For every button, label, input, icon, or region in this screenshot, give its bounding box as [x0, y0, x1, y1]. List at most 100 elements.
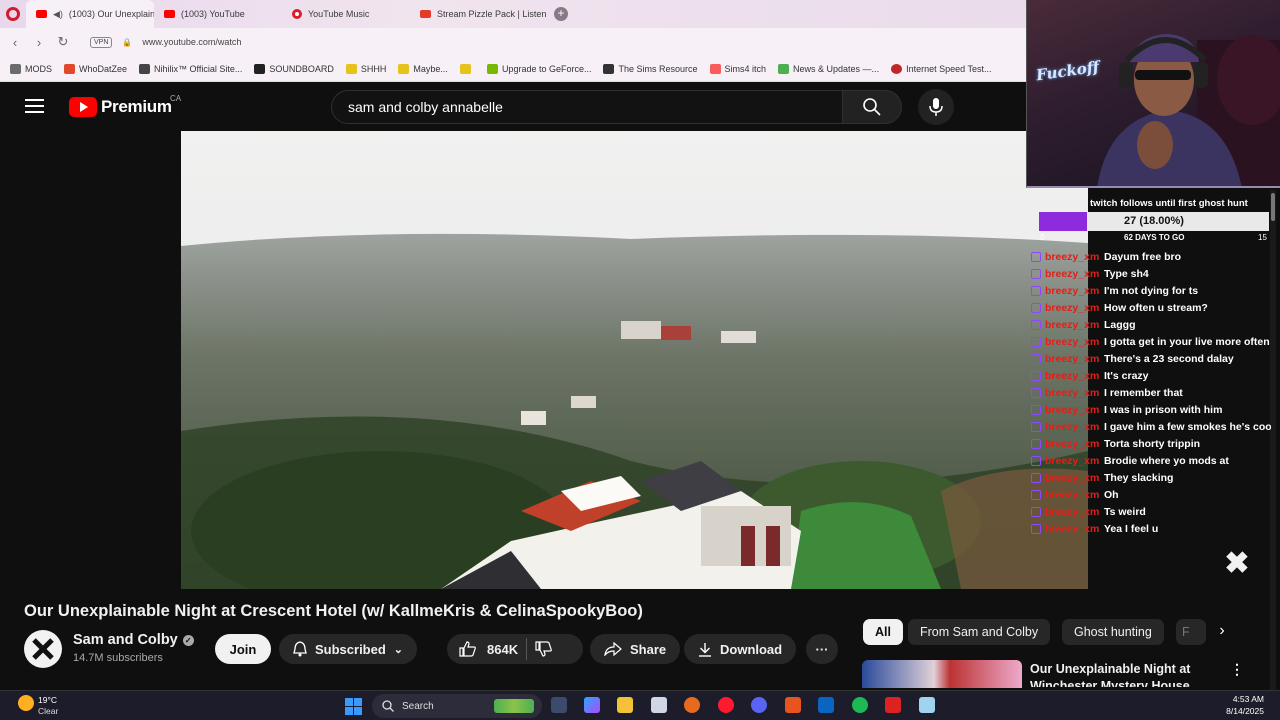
chat-username[interactable]: breezy_xm	[1045, 387, 1100, 399]
chat-badge-icon	[1031, 285, 1041, 296]
vpn-badge[interactable]: VPN	[90, 36, 113, 48]
chat-text: I was in prison with him	[1104, 403, 1223, 416]
opera-gx-icon[interactable]	[718, 697, 734, 713]
chat-text: There's a 23 second dalay	[1104, 352, 1234, 365]
file-explorer-icon[interactable]	[617, 697, 633, 713]
chat-text: Torta shorty trippin	[1104, 437, 1201, 450]
bookmark-geforce[interactable]: Upgrade to GeForce...	[486, 63, 591, 74]
chip-ghost-hunting[interactable]: Ghost hunting	[1062, 619, 1164, 645]
join-button[interactable]: Join	[215, 634, 271, 664]
chat-username[interactable]: breezy_xm	[1045, 336, 1100, 348]
menu-icon[interactable]	[25, 99, 44, 113]
opera-logo-icon[interactable]	[6, 7, 20, 21]
chat-username[interactable]: breezy_xm	[1045, 489, 1100, 501]
chat-username[interactable]: breezy_xm	[1045, 455, 1100, 467]
reload-icon[interactable]: ↻	[56, 34, 70, 50]
bookmark-sims4-itch[interactable]: Sims4 itch	[709, 63, 766, 74]
outlook-icon[interactable]	[818, 697, 834, 713]
chat-message: breezy_xm Torta shorty trippin	[1031, 435, 1271, 452]
page-scrollbar-thumb[interactable]	[1271, 193, 1275, 221]
bookmark-shhh[interactable]: SHHH	[345, 63, 386, 74]
chat-text: I'm not dying for ts	[1104, 284, 1199, 297]
discord-icon[interactable]	[751, 697, 767, 713]
verified-icon: ✓	[182, 634, 194, 646]
forward-icon[interactable]: ›	[32, 35, 46, 50]
chat-username[interactable]: breezy_xm	[1045, 370, 1100, 382]
new-tab-button[interactable]: +	[554, 7, 568, 21]
voice-search-button[interactable]	[918, 89, 954, 125]
chat-username[interactable]: breezy_xm	[1045, 523, 1100, 535]
video-player[interactable]	[181, 131, 1088, 589]
weather-temperature[interactable]: 19°C	[38, 695, 57, 705]
tab-youtube-music[interactable]: YouTube Music	[282, 0, 410, 28]
back-icon[interactable]: ‹	[8, 35, 22, 50]
search-input[interactable]: sam and colby annabelle	[331, 90, 843, 124]
bookmark-news-updates[interactable]: News & Updates —...	[778, 63, 879, 74]
search-button[interactable]	[842, 90, 902, 124]
subscribed-button[interactable]: Subscribed ⌄	[279, 634, 418, 664]
chat-badge-icon	[1031, 404, 1041, 415]
chevron-right-icon[interactable]: ›	[1210, 620, 1234, 644]
app-red-icon[interactable]	[885, 697, 901, 713]
url-field[interactable]: www.youtube.com/watch	[142, 37, 241, 47]
recommended-more-icon[interactable]: ⋮	[1230, 662, 1244, 676]
clock-date[interactable]: 8/14/2025	[1190, 706, 1264, 716]
thumbs-down-icon[interactable]	[535, 641, 553, 657]
chat-text: I remember that	[1104, 386, 1183, 399]
close-icon[interactable]: ✖	[1222, 547, 1252, 580]
tab-youtube[interactable]: (1003) YouTube	[154, 0, 282, 28]
chip-partial[interactable]: F	[1176, 619, 1206, 645]
clock-time[interactable]: 4:53 AM	[1190, 694, 1264, 704]
firefox-icon[interactable]	[684, 697, 700, 713]
spotify-icon[interactable]	[852, 697, 868, 713]
weather-sun-icon[interactable]	[18, 695, 34, 711]
speaker-icon[interactable]: ◀)	[53, 9, 63, 20]
tab-our-unexplainable[interactable]: ◀) (1003) Our Unexplaina	[26, 0, 154, 28]
taskbar-search[interactable]: Search	[372, 694, 542, 718]
bookmark-whodatzee[interactable]: WhoDatZee	[64, 63, 127, 74]
share-button[interactable]: Share	[590, 634, 681, 664]
chat-username[interactable]: breezy_xm	[1045, 285, 1100, 297]
chat-username[interactable]: breezy_xm	[1045, 251, 1100, 263]
chip-all[interactable]: All	[863, 619, 903, 645]
chat-username[interactable]: breezy_xm	[1045, 353, 1100, 365]
bookmark-sims-resource[interactable]: The Sims Resource	[603, 63, 698, 74]
chat-username[interactable]: breezy_xm	[1045, 319, 1100, 331]
channel-avatar[interactable]	[24, 630, 62, 668]
chat-username[interactable]: breezy_xm	[1045, 302, 1100, 314]
bookmark-soundboard[interactable]: SOUNDBOARD	[254, 63, 334, 74]
more-actions-button[interactable]: ···	[806, 634, 838, 664]
bookmark-nihilix[interactable]: Nihilix™ Official Site...	[139, 63, 242, 74]
like-button[interactable]: 864K	[459, 641, 518, 657]
chat-username[interactable]: breezy_xm	[1045, 506, 1100, 518]
download-button[interactable]: Download	[684, 634, 797, 664]
channel-name[interactable]: Sam and Colby ✓	[73, 632, 194, 648]
lock-icon[interactable]: 🔒	[122, 38, 132, 47]
chip-from-sam-and-colby[interactable]: From Sam and Colby	[908, 619, 1051, 645]
chat-username[interactable]: breezy_xm	[1045, 472, 1100, 484]
chat-username[interactable]: breezy_xm	[1045, 421, 1100, 433]
chat-username[interactable]: breezy_xm	[1045, 268, 1100, 280]
chat-username[interactable]: breezy_xm	[1045, 404, 1100, 416]
bookmark-mods[interactable]: MODS	[10, 63, 52, 74]
chat-badge-icon	[1031, 489, 1041, 500]
bookmark-maybe[interactable]: Maybe...	[398, 63, 448, 74]
thumbs-up-icon	[459, 641, 476, 657]
youtube-premium-logo[interactable]: Premium	[69, 97, 172, 117]
recommended-title[interactable]: Our Unexplainable Night at Winchester My…	[1030, 661, 1230, 687]
bookmark-speed-test[interactable]: Internet Speed Test...	[891, 63, 991, 74]
tab-stream-pizzle[interactable]: Stream Pizzle Pack | Listen	[410, 0, 548, 28]
microsoft-store-icon[interactable]	[651, 697, 667, 713]
windows-start-icon[interactable]	[345, 698, 362, 715]
youtube-play-icon	[69, 97, 97, 117]
chat-username[interactable]: breezy_xm	[1045, 438, 1100, 450]
notepad-icon[interactable]	[919, 697, 935, 713]
task-view-icon[interactable]	[551, 697, 567, 713]
app-orange-icon[interactable]	[785, 697, 801, 713]
weather-condition[interactable]: Clear	[38, 706, 58, 716]
bookmark-unnamed[interactable]	[459, 63, 475, 74]
chat-text: Oh	[1104, 488, 1119, 501]
copilot-icon[interactable]	[584, 697, 600, 713]
recommended-thumbnail[interactable]	[862, 660, 1022, 688]
chat-message: breezy_xm Brodie where yo mods at	[1031, 452, 1271, 469]
